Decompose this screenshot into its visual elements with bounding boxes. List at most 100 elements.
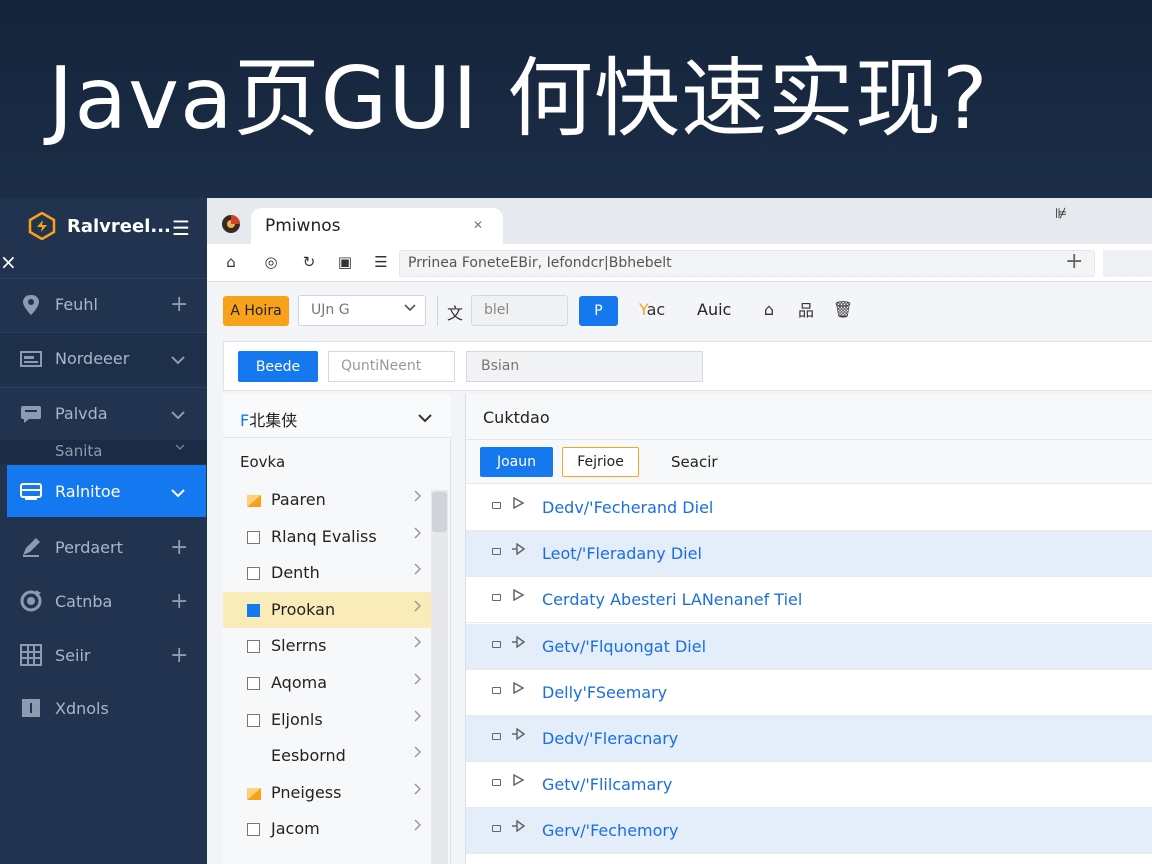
chevron-right-icon[interactable] <box>413 636 422 652</box>
table-row[interactable]: Delly'FSeemary <box>466 670 1152 716</box>
expand-arrow-icon[interactable] <box>512 727 526 744</box>
chevron-down-icon[interactable] <box>170 479 186 504</box>
chevron-down-icon[interactable] <box>170 346 186 371</box>
select-box-icon[interactable] <box>492 779 501 786</box>
new-tab-button[interactable]: + <box>1065 249 1083 274</box>
table-row[interactable]: Dedv/'Fleracnary <box>466 716 1152 762</box>
browser-tab[interactable]: Pmiwnos ✕ <box>251 208 503 246</box>
category-panel-header[interactable]: F北集侠 <box>223 394 451 438</box>
select-box-icon[interactable] <box>492 641 501 648</box>
table-row[interactable]: Dedv/'Fecherand Diel <box>466 485 1152 531</box>
tab-close-icon[interactable]: ✕ <box>473 218 483 232</box>
table-row[interactable]: Cerdaty Abesteri LANenanef Tiel <box>466 577 1152 623</box>
checkbox-icon[interactable] <box>247 640 260 653</box>
plus-icon[interactable]: + <box>170 535 188 560</box>
select-box-icon[interactable] <box>492 687 501 694</box>
sidebar-item-palvda[interactable]: Palvda <box>0 387 207 439</box>
url-input[interactable]: Prrinea FoneteEBir, Iefondcr|Bbhebelt <box>399 250 1095 277</box>
row-link[interactable]: Delly'FSeemary <box>542 683 667 702</box>
tab-joaun[interactable]: Joaun <box>480 447 553 477</box>
tab-seacir[interactable]: Seacir <box>671 453 718 471</box>
hamburger-menu-icon[interactable]: ☰ <box>172 216 190 240</box>
select-box-icon[interactable] <box>492 594 501 601</box>
expand-arrow-icon[interactable] <box>512 681 526 698</box>
plus-icon[interactable]: + <box>170 643 188 668</box>
expand-arrow-icon[interactable] <box>512 542 526 559</box>
language-icon[interactable]: 文 <box>447 300 463 324</box>
row-link[interactable]: Dedv/'Fecherand Diel <box>542 498 713 517</box>
list-item[interactable]: Eesbornd <box>223 738 431 774</box>
home-icon[interactable]: ⌂ <box>221 252 241 272</box>
table-row[interactable]: Gerv/'Fechemory <box>466 808 1152 854</box>
list-item[interactable]: Eljonls <box>223 702 431 738</box>
toolbar-label-auic[interactable]: Auic <box>697 300 731 319</box>
row-link[interactable]: Getv/'Flilcamary <box>542 775 672 794</box>
plus-icon[interactable]: + <box>170 292 188 317</box>
home-outline-icon[interactable]: ⌂ <box>758 298 780 320</box>
expand-arrow-icon[interactable] <box>512 635 526 652</box>
camera-icon[interactable]: ▣ <box>335 252 355 272</box>
primary-action-button[interactable]: A Hoira <box>223 296 289 326</box>
sidebar-item-xdnols[interactable]: Xdnols <box>0 682 207 734</box>
sidebar-item-perdaert[interactable]: Perdaert + <box>0 521 207 573</box>
filter-select[interactable]: UJn G <box>298 295 426 326</box>
chevron-right-icon[interactable] <box>413 563 422 579</box>
checkbox-checked-icon[interactable] <box>247 604 260 617</box>
window-control-icon[interactable]: ⊯ <box>1055 206 1067 222</box>
expand-arrow-icon[interactable] <box>512 496 526 513</box>
row-link[interactable]: Gerv/'Fechemory <box>542 821 678 840</box>
checkbox-icon[interactable] <box>247 567 260 580</box>
table-row[interactable]: Leot/'Fleradany Diel <box>466 531 1152 577</box>
row-link[interactable]: Cerdaty Abesteri LANenanef Tiel <box>542 590 802 609</box>
toolbar-input[interactable]: blel <box>471 295 568 326</box>
chevron-down-icon[interactable] <box>174 440 186 455</box>
sidebar-subitem-sanita[interactable]: Sanita <box>0 440 207 464</box>
sidebar-item-feuhl[interactable]: Feuhl + <box>0 278 207 330</box>
chevron-down-icon[interactable] <box>170 401 186 426</box>
filter-input[interactable]: QuntiNeent <box>328 351 455 382</box>
sidebar-brand[interactable]: Ralvreel... ☰ <box>0 198 207 254</box>
tab-fejrioe[interactable]: Fejrioe <box>562 447 639 477</box>
chevron-down-icon[interactable] <box>417 408 433 427</box>
expand-arrow-icon[interactable] <box>512 773 526 790</box>
table-row[interactable]: Getv/'Flquongat Diel <box>466 624 1152 670</box>
hierarchy-icon[interactable]: 品 <box>795 298 817 320</box>
row-link[interactable]: Getv/'Flquongat Diel <box>542 637 706 656</box>
sidebar-item-seiir[interactable]: Seiir + <box>0 629 207 681</box>
row-link[interactable]: Leot/'Fleradany Diel <box>542 544 702 563</box>
expand-arrow-icon[interactable] <box>512 588 526 605</box>
toolbar-label-yac[interactable]: Yac <box>639 300 665 319</box>
list-item[interactable]: Pneigess <box>223 775 431 811</box>
chevron-right-icon[interactable] <box>413 710 422 726</box>
select-box-icon[interactable] <box>492 502 501 509</box>
list-item[interactable]: Rlanq Evaliss <box>223 519 431 555</box>
globe-icon[interactable]: ◎ <box>261 252 281 272</box>
list-item[interactable]: Jacom <box>223 811 431 847</box>
trash-icon[interactable]: 🗑 <box>832 298 854 320</box>
list-item[interactable]: Aqoma <box>223 665 431 701</box>
list-item[interactable]: Prookan <box>223 592 431 628</box>
sidebar-item-nordeeer[interactable]: Nordeeer <box>0 332 207 384</box>
plus-icon[interactable]: + <box>170 589 188 614</box>
chevron-right-icon[interactable] <box>413 490 422 506</box>
close-icon[interactable]: × <box>0 252 17 272</box>
table-row[interactable]: Getv/'Flilcamary <box>466 762 1152 808</box>
chevron-right-icon[interactable] <box>413 746 422 762</box>
checkbox-icon[interactable] <box>247 677 260 690</box>
chevron-right-icon[interactable] <box>413 527 422 543</box>
chevron-right-icon[interactable] <box>413 600 422 616</box>
filter-button[interactable]: Beede <box>238 351 318 382</box>
list-item[interactable]: Paaren <box>223 482 431 518</box>
chevron-right-icon[interactable] <box>413 673 422 689</box>
checkbox-icon[interactable] <box>247 714 260 727</box>
chevron-right-icon[interactable] <box>413 819 422 835</box>
list-item[interactable]: Denth <box>223 555 431 591</box>
select-box-icon[interactable] <box>492 733 501 740</box>
list-icon[interactable]: ☰ <box>371 252 391 272</box>
list-item[interactable]: Slerrns <box>223 628 431 664</box>
scrollbar-thumb[interactable] <box>432 492 447 532</box>
checkbox-icon[interactable] <box>247 531 260 544</box>
chevron-right-icon[interactable] <box>413 783 422 799</box>
expand-arrow-icon[interactable] <box>512 819 526 836</box>
scrollbar[interactable] <box>431 490 448 864</box>
